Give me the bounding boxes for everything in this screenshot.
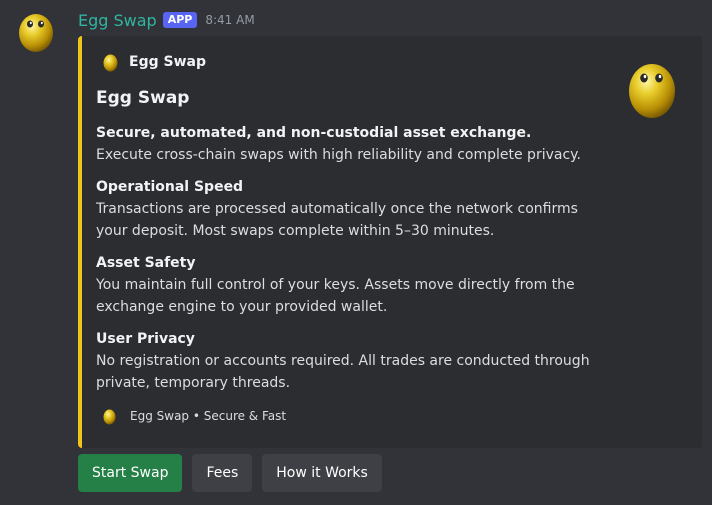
message-header: Egg Swap APP 8:41 AM [78, 9, 255, 31]
fees-button[interactable]: Fees [192, 454, 253, 492]
golden-egg-icon [103, 409, 116, 425]
field-name: User Privacy [96, 331, 195, 347]
embed-author: Egg Swap [102, 52, 206, 72]
golden-egg-icon [629, 64, 675, 118]
embed-footer: Egg Swap • Secure & Fast [102, 407, 286, 425]
app-badge: APP [162, 12, 198, 28]
golden-egg-icon [103, 54, 118, 72]
embed-author-name: Egg Swap [129, 54, 206, 70]
embed-description-text: Execute cross-chain swaps with high reli… [96, 147, 581, 163]
action-row: Start Swap Fees How it Works [78, 454, 382, 492]
field-name: Asset Safety [96, 255, 196, 271]
golden-egg-icon [19, 14, 53, 52]
field-operational-speed: Operational Speed Transactions are proce… [96, 176, 606, 242]
embed-description: Secure, automated, and non-custodial ass… [96, 122, 606, 166]
how-it-works-button[interactable]: How it Works [262, 454, 382, 492]
field-name: Operational Speed [96, 179, 244, 195]
start-swap-button[interactable]: Start Swap [78, 454, 183, 492]
field-value: Transactions are processed automatically… [96, 201, 578, 239]
timestamp[interactable]: 8:41 AM [205, 13, 254, 27]
field-value: You maintain full control of your keys. … [96, 277, 575, 315]
embed-title: Egg Swap [96, 88, 190, 108]
bot-avatar[interactable] [16, 9, 56, 53]
field-asset-safety: Asset Safety You maintain full control o… [96, 252, 606, 318]
embed-footer-text: Egg Swap • Secure & Fast [130, 409, 287, 423]
embed-thumbnail[interactable] [626, 56, 678, 120]
author-name[interactable]: Egg Swap [78, 11, 157, 30]
embed-card: Egg Swap Egg Swap Secure, automated, and… [78, 36, 702, 448]
field-user-privacy: User Privacy No registration or accounts… [96, 328, 606, 394]
field-value: No registration or accounts required. Al… [96, 353, 590, 391]
embed-tagline: Secure, automated, and non-custodial ass… [96, 125, 532, 141]
